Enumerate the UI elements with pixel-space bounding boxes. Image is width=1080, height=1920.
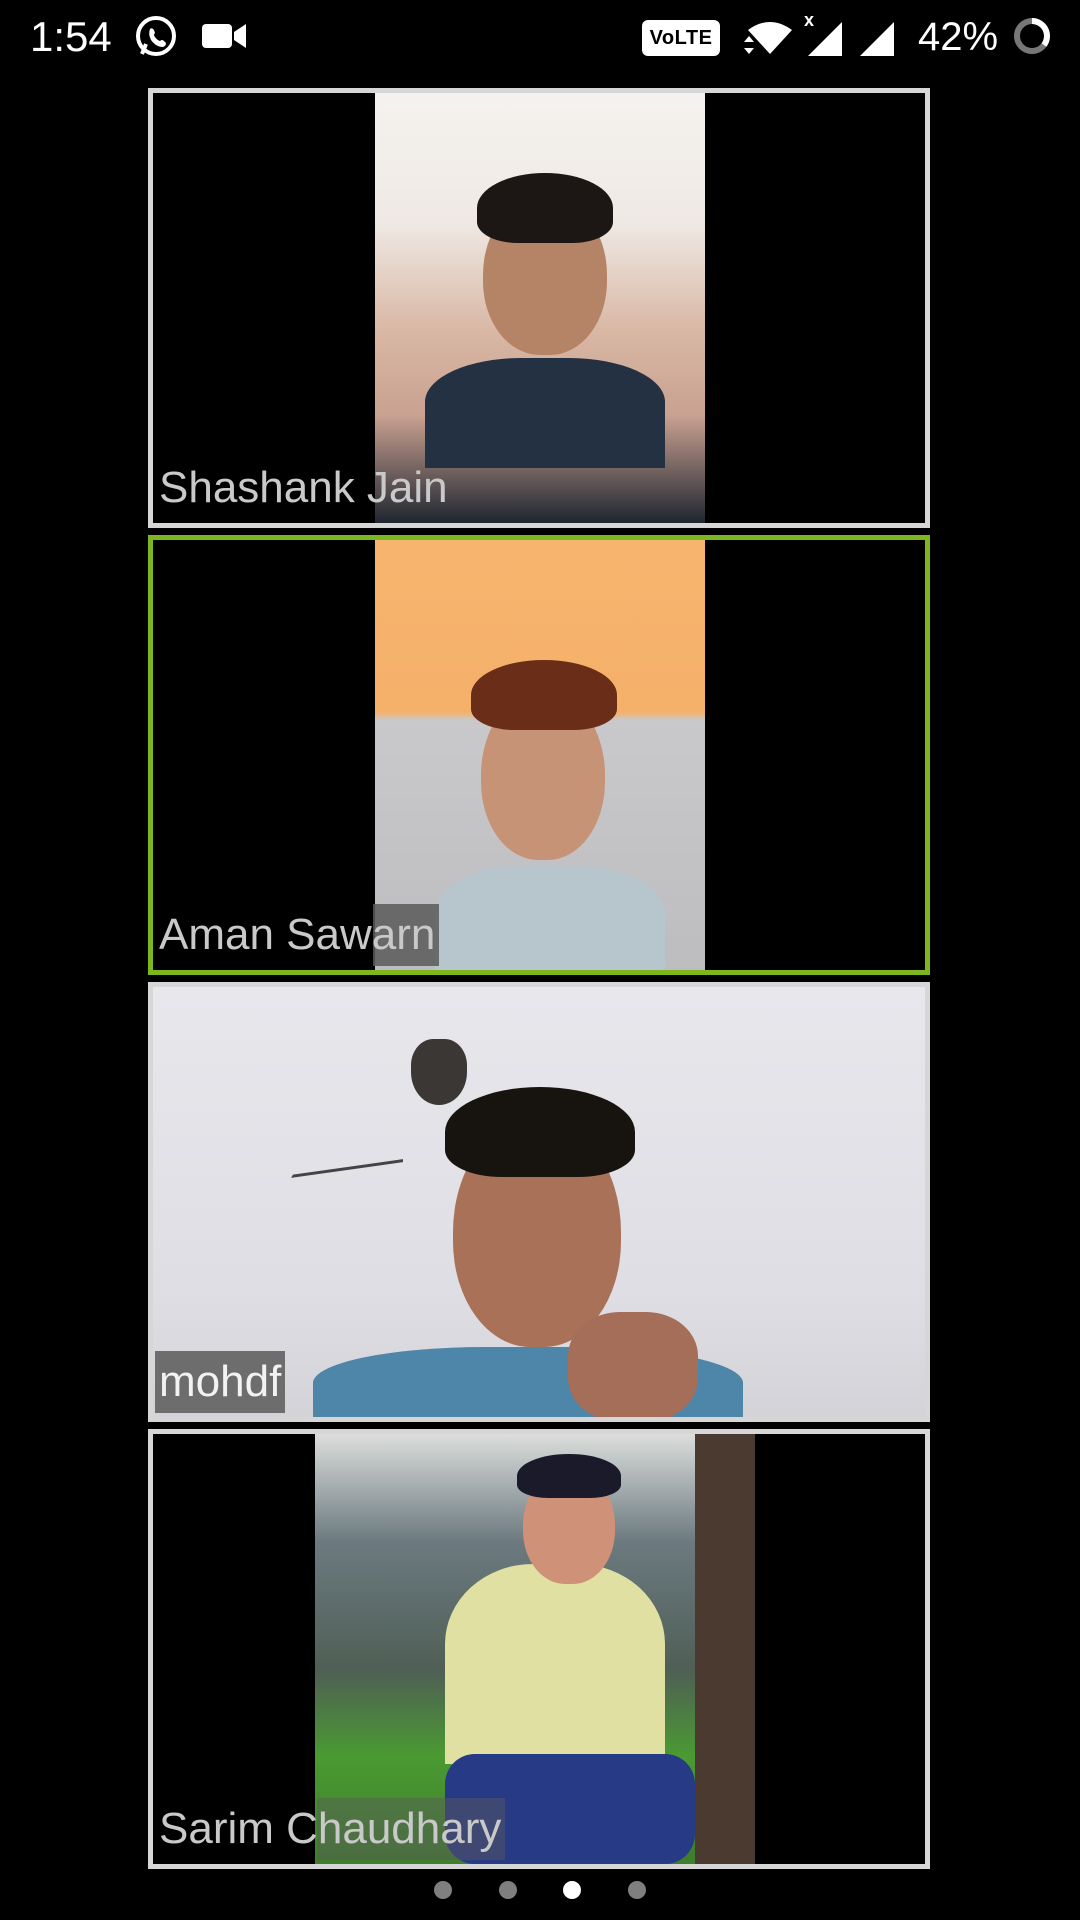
page-dot[interactable] bbox=[434, 1881, 453, 1899]
participant-tile[interactable]: Shashank Jain bbox=[148, 88, 930, 528]
page-dot-current[interactable] bbox=[563, 1881, 582, 1899]
clock-time: 1:54 bbox=[30, 13, 112, 60]
wifi-data-icon bbox=[740, 16, 796, 65]
page-indicator bbox=[0, 1870, 1080, 1910]
page-dot[interactable] bbox=[498, 1881, 517, 1899]
whatsapp-icon bbox=[134, 14, 178, 63]
signal-icon bbox=[858, 20, 898, 63]
person-silhouette bbox=[313, 1087, 743, 1417]
video-camera-icon bbox=[200, 20, 248, 57]
participant-tile[interactable]: Sarim Chaudhary bbox=[148, 1429, 930, 1869]
participant-name: Shashank Jain bbox=[159, 463, 448, 512]
volte-badge: VoLTE bbox=[642, 20, 720, 56]
participant-tile-active[interactable]: Aman Sawarn bbox=[148, 535, 930, 975]
tree-trunk bbox=[695, 1434, 755, 1864]
participant-tile[interactable]: mohdf bbox=[148, 982, 930, 1422]
participant-name: Sarim Chaudhary bbox=[155, 1798, 506, 1860]
signal-icon bbox=[806, 20, 846, 63]
status-bar: 1:54 VoLTE x 42% bbox=[0, 0, 1080, 76]
page-dot[interactable] bbox=[627, 1881, 646, 1899]
participant-name: Aman Sawarn bbox=[155, 904, 440, 966]
battery-percent: 42% bbox=[918, 15, 999, 59]
participant-name: mohdf bbox=[155, 1351, 286, 1413]
hanger bbox=[291, 1129, 403, 1178]
person-silhouette bbox=[425, 173, 665, 468]
person-silhouette bbox=[435, 660, 665, 970]
battery-icon bbox=[1012, 16, 1052, 61]
